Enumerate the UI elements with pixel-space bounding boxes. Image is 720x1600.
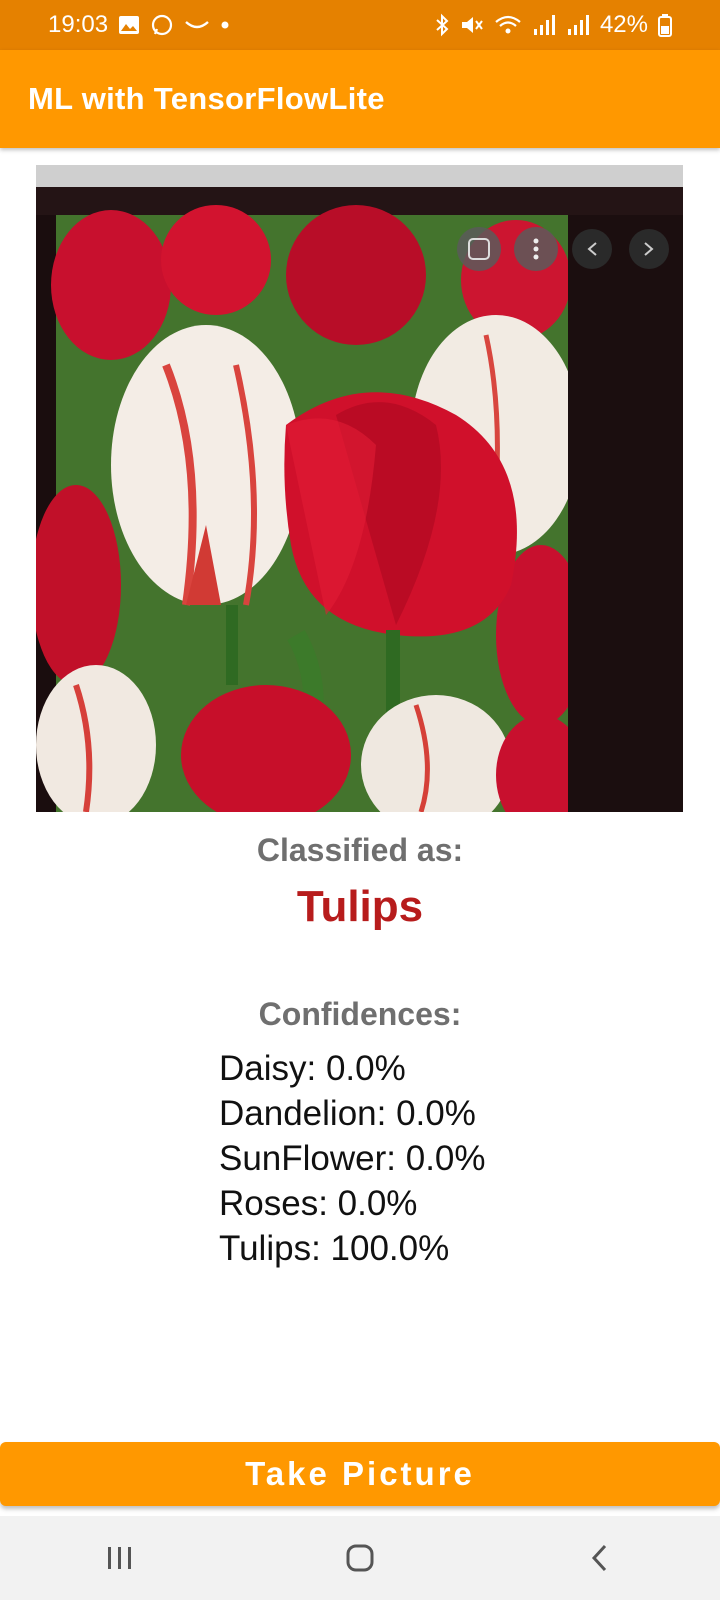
clock: 19:03 [48, 11, 109, 38]
wifi-icon [494, 14, 522, 36]
confidences-list: Daisy: 0.0% Dandelion: 0.0% SunFlower: 0… [219, 1046, 639, 1271]
home-icon[interactable] [320, 1528, 400, 1588]
back-icon[interactable] [560, 1528, 640, 1588]
app-bar: ML with TensorFlowLite [0, 50, 720, 148]
navigation-bar [0, 1516, 720, 1600]
dot-icon [220, 20, 230, 30]
mute-icon [460, 14, 484, 36]
confidences-label: Confidences: [258, 996, 462, 1032]
gallery-icon [118, 15, 140, 35]
whatsapp-icon [150, 13, 174, 37]
classified-label: Classified as: [256, 832, 464, 868]
classified-value: Tulips [296, 882, 424, 931]
status-right: 42% [434, 11, 672, 39]
confidence-item: Dandelion: 0.0% [219, 1094, 476, 1133]
signal-icon [566, 14, 590, 36]
smile-icon [184, 18, 210, 32]
status-bar: 19:03 42% [0, 0, 720, 50]
confidence-item: Daisy: 0.0% [219, 1049, 406, 1088]
recent-apps-icon[interactable] [80, 1528, 160, 1588]
battery-icon [658, 13, 672, 37]
app-title: ML with TensorFlowLite [28, 81, 385, 116]
captured-photo [36, 165, 683, 812]
confidence-item: SunFlower: 0.0% [219, 1139, 486, 1178]
status-left: 19:03 [48, 11, 230, 39]
confidence-item: Roses: 0.0% [219, 1184, 418, 1223]
signal-icon [532, 14, 556, 36]
bluetooth-icon [434, 13, 450, 37]
battery-level: 42% [599, 11, 648, 38]
confidence-item: Tulips: 100.0% [219, 1229, 450, 1268]
take-picture-button[interactable]: Take Picture [0, 1442, 720, 1506]
